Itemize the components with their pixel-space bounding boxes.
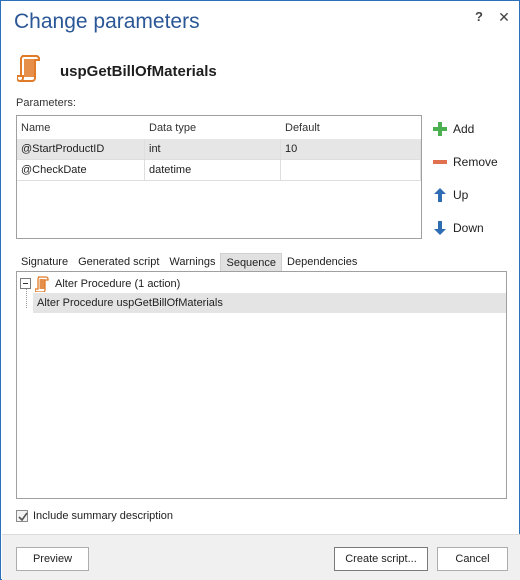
- cancel-button[interactable]: Cancel: [437, 547, 508, 571]
- tab-warnings[interactable]: Warnings: [164, 253, 220, 271]
- param-type-cell[interactable]: datetime: [145, 160, 281, 181]
- arrow-down-icon: [434, 221, 446, 235]
- table-row[interactable]: @CheckDate datetime: [17, 160, 421, 181]
- param-type-cell[interactable]: int: [145, 139, 281, 160]
- param-default-cell[interactable]: 10: [281, 139, 421, 160]
- add-label: Add: [453, 122, 475, 136]
- tree-item-row[interactable]: Alter Procedure uspGetBillOfMaterials: [33, 293, 506, 313]
- include-summary-label: Include summary description: [33, 510, 174, 522]
- column-header-default[interactable]: Default: [281, 118, 421, 138]
- tab-strip: Signature Generated script Warnings Sequ…: [16, 253, 362, 271]
- stored-procedure-icon: [17, 55, 40, 82]
- param-name-cell[interactable]: @CheckDate: [17, 160, 145, 181]
- sequence-panel: Alter Procedure (1 action) Alter Procedu…: [16, 271, 507, 499]
- tree-group-label: Alter Procedure (1 action): [55, 277, 181, 290]
- column-header-data-type[interactable]: Data type: [145, 118, 281, 138]
- object-name: uspGetBillOfMaterials: [60, 63, 217, 80]
- column-header-name[interactable]: Name: [17, 118, 145, 138]
- help-button[interactable]: ?: [472, 9, 486, 25]
- parameters-label: Parameters:: [16, 97, 76, 109]
- arrow-up-icon: [434, 188, 446, 202]
- tab-sequence[interactable]: Sequence: [220, 253, 283, 271]
- dialog-footer: Preview Create script... Cancel: [2, 534, 520, 580]
- tree-group-row[interactable]: Alter Procedure (1 action): [17, 274, 506, 293]
- param-default-cell[interactable]: [281, 160, 421, 181]
- stored-procedure-icon: [35, 275, 49, 292]
- minus-icon: [433, 160, 447, 164]
- include-summary-checkbox[interactable]: [16, 510, 28, 522]
- remove-button[interactable]: Remove: [433, 152, 498, 172]
- collapse-toggle[interactable]: [20, 278, 31, 289]
- tab-signature[interactable]: Signature: [16, 253, 73, 271]
- tab-dependencies[interactable]: Dependencies: [282, 253, 362, 271]
- grid-header: Name Data type Default: [17, 118, 421, 138]
- move-down-button[interactable]: Down: [433, 218, 484, 238]
- checkmark-icon: [18, 512, 28, 522]
- close-button[interactable]: ✕: [497, 9, 511, 25]
- tree-item-label: Alter Procedure uspGetBillOfMaterials: [37, 297, 223, 309]
- parameters-grid: Name Data type Default @StartProductID i…: [16, 115, 422, 239]
- tab-generated-script[interactable]: Generated script: [73, 253, 164, 271]
- plus-icon: [433, 122, 447, 136]
- create-script-button[interactable]: Create script...: [334, 547, 428, 571]
- param-name-cell[interactable]: @StartProductID: [17, 139, 145, 160]
- up-label: Up: [453, 188, 469, 202]
- change-parameters-dialog: Change parameters ? ✕ uspGetBillOfMateri…: [0, 0, 520, 580]
- move-up-button[interactable]: Up: [433, 185, 468, 205]
- remove-label: Remove: [453, 155, 498, 169]
- table-row[interactable]: @StartProductID int 10: [17, 139, 421, 160]
- dialog-title: Change parameters: [14, 10, 200, 33]
- preview-button[interactable]: Preview: [16, 547, 89, 571]
- include-summary-option[interactable]: Include summary description: [16, 510, 173, 522]
- down-label: Down: [453, 221, 484, 235]
- add-button[interactable]: Add: [433, 119, 474, 139]
